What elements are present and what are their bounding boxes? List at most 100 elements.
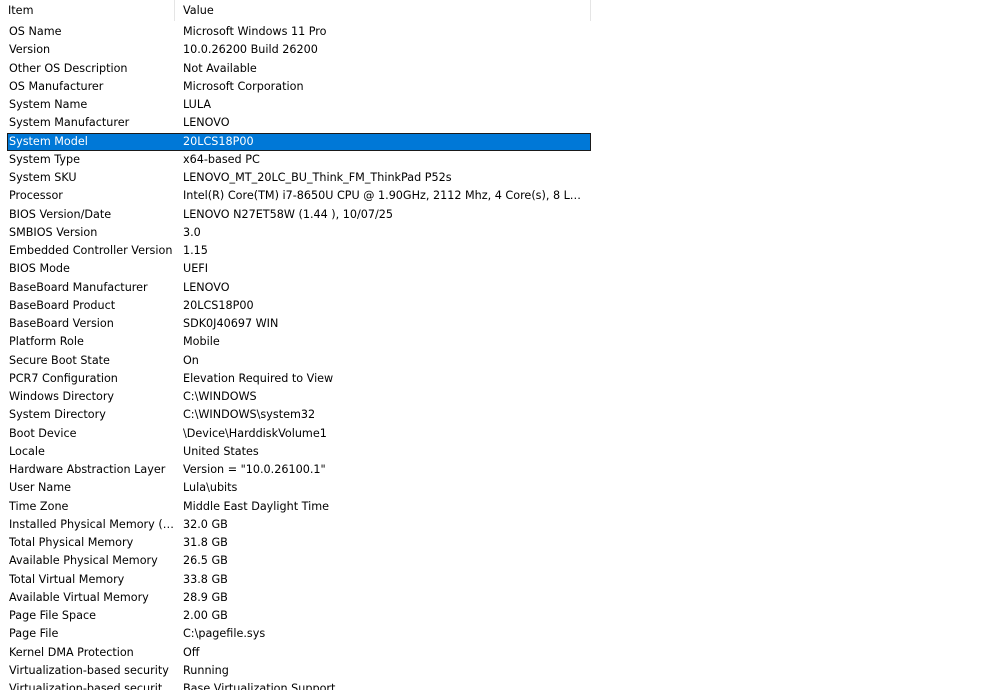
list-row[interactable]: Time Zone Middle East Daylight Time [0,498,1000,516]
row-value-text: 10.0.26200 Build 26200 [183,43,318,57]
row-value-text: 31.8 GB [183,536,228,549]
row-item-label: PCR7 Configuration [9,371,118,385]
row-item-label: Version [9,43,51,57]
row-value-text: C:\WINDOWS\system32 [183,408,316,422]
list-row[interactable]: Installed Physical Memory (RAM) 32.0 GB [0,516,1000,534]
list-row[interactable]: PCR7 Configuration Elevation Required to … [0,370,1000,388]
row-value-text: 32.0 GB [183,517,228,531]
row-item-label: Embedded Controller Version [9,244,173,257]
row-value-text: LENOVO [183,280,230,294]
row-item-label: Page File Space [9,609,97,622]
row-value-text: 1.15 [183,244,208,257]
row-value-text: 3.0 [183,225,201,239]
list-row[interactable]: BIOS Version/Date LENOVO N27ET58W (1.44 )… [0,206,1000,224]
list-row[interactable]: Virtualization-based security Re... Base … [0,680,1000,690]
list-row[interactable]: BIOS Mode UEFI [0,260,1000,278]
list-row[interactable]: Version 10.0.26200 Build 26200 [0,41,1000,59]
list-row[interactable]: SMBIOS Version 3.0 [0,224,1000,242]
system-summary-list[interactable]: Item Value OS Name Microsoft Windows 11 P… [0,0,1000,690]
list-row[interactable]: Locale United States [0,443,1000,461]
list-row[interactable]: Windows Directory C:\WINDOWS [0,388,1000,406]
list-row[interactable]: User Name Lula\ubits [0,479,1000,497]
row-value-text: LENOVO N27ET58W (1.44 ), 10/07/25 [183,207,394,221]
row-item-label: Locale [9,444,45,458]
row-value-text: 20LCS18P00 [183,134,254,148]
row-item-label: BaseBoard Version [9,317,114,330]
list-row[interactable]: Total Virtual Memory 33.8 GB [0,571,1000,589]
row-item-label: BaseBoard Product [9,298,116,312]
column-header: Item Value [0,0,591,21]
row-value-text: Version = "10.0.26100.1" [183,463,326,476]
list-row[interactable]: Kernel DMA Protection Off [0,644,1000,662]
list-row[interactable]: System Directory C:\WINDOWS\system32 [0,406,1000,424]
row-item-label: System Name [9,98,88,111]
row-item-label: OS Name [9,25,62,38]
row-item-label: Available Virtual Memory [9,590,149,604]
row-item-label: BaseBoard Manufacturer [9,280,148,294]
row-item-label: System Directory [9,408,106,422]
row-value-text: 28.9 GB [183,590,228,604]
row-value-text: 2.00 GB [183,609,228,622]
list-row[interactable]: Total Physical Memory 31.8 GB [0,534,1000,552]
list-row[interactable]: System Manufacturer LENOVO [0,114,1000,132]
row-item-label: OS Manufacturer [9,79,104,93]
list-row[interactable]: System Type x64-based PC [0,151,1000,169]
row-item-label: System Model [9,134,88,148]
row-item-label: System Manufacturer [9,116,130,130]
row-item-label: Virtualization-based security Re... [9,682,177,690]
list-row[interactable]: System Name LULA [0,96,1000,114]
column-header-item[interactable]: Item [0,0,175,21]
row-value-text: 33.8 GB [183,572,228,586]
row-value-text: Microsoft Windows 11 Pro [183,25,327,38]
row-value-text: SDK0J40697 WIN [183,317,279,330]
row-value-text: Lula\ubits [183,481,238,495]
row-value-text: United States [183,444,259,458]
row-item-label: Total Physical Memory [9,536,134,549]
row-value-text: C:\WINDOWS [183,390,257,403]
row-value-text: Off [183,645,200,659]
row-item-label: Available Physical Memory [9,554,158,568]
list-row[interactable]: System SKU LENOVO_MT_20LC_BU_Think_FM_Thi… [0,169,1000,187]
list-row[interactable]: OS Name Microsoft Windows 11 Pro [0,23,1000,41]
list-row[interactable]: Embedded Controller Version 1.15 [0,242,1000,260]
row-value-text: Intel(R) Core(TM) i7-8650U CPU @ 1.90GHz… [183,189,586,203]
row-item-label: Windows Directory [9,390,115,403]
list-row[interactable]: Processor Intel(R) Core(TM) i7-8650U CPU … [0,187,1000,205]
list-row[interactable]: System Model 20LCS18P00 [0,132,1000,151]
list-row[interactable]: Available Physical Memory 26.5 GB [0,552,1000,570]
row-value-text: Mobile [183,335,220,349]
row-value-text: UEFI [183,262,208,276]
list-row[interactable]: Platform Role Mobile [0,333,1000,351]
row-item-label: Virtualization-based security [9,663,169,677]
row-value-text: x64-based PC [183,152,260,166]
list-row[interactable]: Page File Space 2.00 GB [0,607,1000,625]
row-item-label: Total Virtual Memory [9,572,125,586]
row-value-text: C:\pagefile.sys [183,627,266,641]
row-item-label: User Name [9,481,72,495]
row-item-label: System SKU [9,171,77,184]
row-value-text: On [183,353,199,367]
row-item-label: Page File [9,627,59,641]
list-row[interactable]: Available Virtual Memory 28.9 GB [0,589,1000,607]
row-value-text: Base Virtualization Support [183,682,336,690]
list-row[interactable]: Hardware Abstraction Layer Version = "10.… [0,461,1000,479]
column-divider[interactable] [590,0,591,21]
column-header-value[interactable]: Value [175,0,591,21]
list-row[interactable]: Secure Boot State On [0,352,1000,370]
list-row[interactable]: Page File C:\pagefile.sys [0,625,1000,643]
row-item-label: BIOS Mode [9,262,70,276]
row-value-text: LULA [183,98,212,111]
row-item-label: Boot Device [9,426,77,440]
row-value-text: \Device\HarddiskVolume1 [183,426,327,440]
row-item-label: Installed Physical Memory (RAM) [9,517,177,531]
list-row[interactable]: Virtualization-based security Running [0,662,1000,680]
row-item-label: Kernel DMA Protection [9,645,134,659]
list-row[interactable]: Boot Device \Device\HarddiskVolume1 [0,425,1000,443]
row-value-text: Microsoft Corporation [183,79,304,93]
list-row[interactable]: BaseBoard Manufacturer LENOVO [0,279,1000,297]
row-item-label: Hardware Abstraction Layer [9,463,166,476]
list-row[interactable]: BaseBoard Version SDK0J40697 WIN [0,315,1000,333]
list-row[interactable]: OS Manufacturer Microsoft Corporation [0,78,1000,96]
list-row[interactable]: Other OS Description Not Available [0,60,1000,78]
list-row[interactable]: BaseBoard Product 20LCS18P00 [0,297,1000,315]
